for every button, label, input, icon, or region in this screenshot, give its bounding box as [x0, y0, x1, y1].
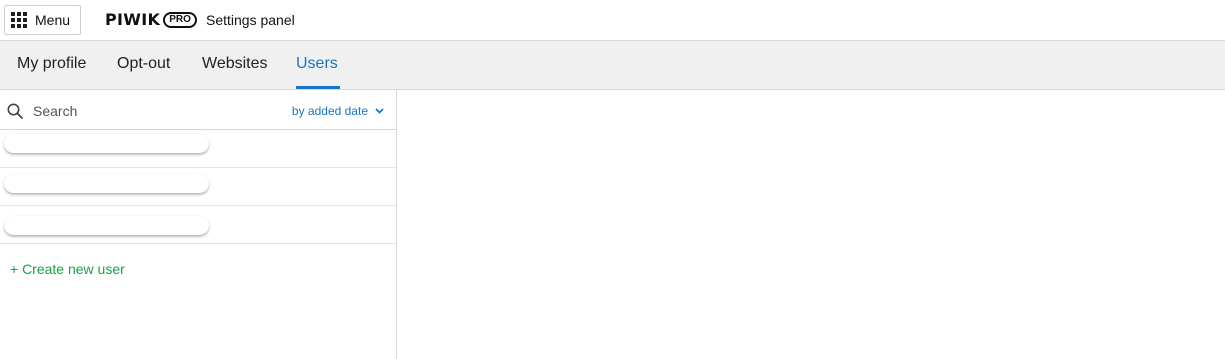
sort-dropdown[interactable]: by added date — [292, 104, 384, 118]
tab-opt-out[interactable]: Opt-out — [117, 41, 170, 89]
user-list-item[interactable] — [0, 130, 396, 168]
user-list-item[interactable] — [0, 206, 396, 244]
main-content-area — [398, 90, 1225, 359]
search-icon — [7, 103, 23, 119]
top-bar: Menu PIWIK PRO Settings panel — [0, 0, 1225, 40]
menu-button[interactable]: Menu — [4, 5, 81, 35]
user-name-placeholder — [4, 174, 209, 193]
user-name-placeholder — [4, 134, 209, 153]
users-sidebar: by added date + Create new user — [0, 90, 397, 359]
search-input[interactable] — [33, 99, 263, 123]
tab-users[interactable]: Users — [296, 41, 340, 89]
menu-label: Menu — [35, 12, 71, 28]
app-title: Settings panel — [206, 12, 295, 28]
logo-word: PIWIK — [105, 10, 161, 29]
sort-label: by added date — [291, 104, 368, 118]
logo-badge: PRO — [163, 11, 197, 28]
piwik-pro-logo: PIWIK PRO — [105, 10, 197, 29]
create-new-user-link[interactable]: + Create new user — [10, 261, 125, 277]
chevron-down-icon — [375, 108, 384, 114]
grid-menu-icon — [11, 12, 27, 28]
tab-websites[interactable]: Websites — [202, 41, 268, 89]
search-bar: by added date — [0, 90, 396, 130]
user-list-item[interactable] — [0, 168, 396, 206]
tab-bar: My profile Opt-out Websites Users — [0, 40, 1225, 90]
tab-my-profile[interactable]: My profile — [17, 41, 86, 89]
user-name-placeholder — [4, 216, 209, 235]
